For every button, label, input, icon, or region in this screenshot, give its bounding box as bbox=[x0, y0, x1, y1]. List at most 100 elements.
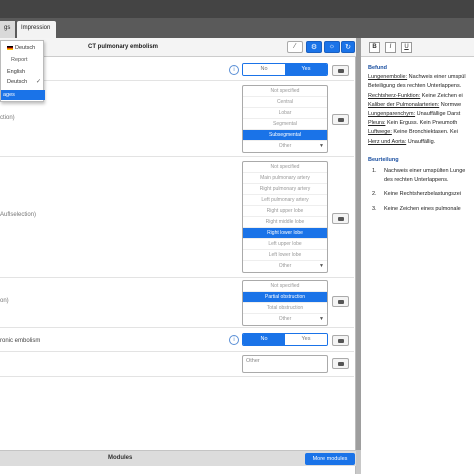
row-divider bbox=[0, 327, 354, 328]
list-item[interactable]: Other ▼ bbox=[243, 314, 327, 325]
report-line: Lungenparenchym: Unauffällige Darst bbox=[368, 110, 474, 119]
report-line-text: Keine Bronchiektasen. Kei bbox=[391, 129, 458, 136]
list-item-label: Other bbox=[278, 316, 292, 322]
list-item[interactable]: Not specified bbox=[243, 281, 327, 292]
eraser-icon bbox=[338, 217, 344, 221]
bold-button[interactable]: B bbox=[369, 42, 380, 53]
list-item[interactable]: Right upper lobe bbox=[243, 206, 327, 217]
check-icon: ✓ bbox=[35, 79, 41, 85]
list-text: Keine Rechtsherzbelastungszei bbox=[384, 191, 462, 198]
list-item-label: Other bbox=[278, 263, 292, 269]
beurteilung-heading: Beurteilung bbox=[368, 156, 399, 163]
list-item-selected[interactable]: Partial obstruction bbox=[243, 292, 327, 303]
format-toolbar: B I U bbox=[361, 38, 474, 57]
row-divider bbox=[0, 376, 354, 377]
caret-down-icon: ▼ bbox=[319, 263, 324, 269]
remove-button[interactable] bbox=[332, 213, 349, 224]
remove-button[interactable] bbox=[332, 114, 349, 125]
option-yes[interactable]: Yes bbox=[285, 64, 327, 75]
settings-button[interactable]: ⚙ bbox=[306, 41, 322, 53]
caret-down-icon: ▼ bbox=[319, 316, 324, 322]
option-no[interactable]: No bbox=[243, 64, 285, 75]
list-item[interactable]: Central bbox=[243, 97, 327, 108]
list-item[interactable]: Total obstruction bbox=[243, 303, 327, 314]
list-item[interactable]: Main pulmonary artery bbox=[243, 173, 327, 184]
list-item[interactable]: Segmental bbox=[243, 119, 327, 130]
list-text: Nachweis einer umspülten Lunge bbox=[384, 168, 466, 175]
option-yes[interactable]: Yes bbox=[285, 334, 327, 345]
report-line: Lungenembolie: Nachweis einer umspül bbox=[368, 73, 474, 82]
report-line-text: Keine Zeichen ei bbox=[420, 92, 463, 99]
eraser-icon bbox=[338, 362, 344, 366]
section-label: ction) bbox=[0, 115, 15, 121]
language-option-german[interactable]: Deutsch ✓ bbox=[1, 77, 45, 87]
section-label: Auflselection) bbox=[0, 212, 37, 218]
language-option-label: Deutsch bbox=[7, 79, 28, 85]
language-dropdown: Deutsch Report English Deutsch ✓ ages bbox=[0, 40, 45, 102]
pen-icon: ⁄ bbox=[294, 43, 296, 50]
list-item[interactable]: Lobar bbox=[243, 108, 327, 119]
befund-heading: Befund bbox=[368, 65, 387, 71]
report-text[interactable]: Befund Lungenembolie: Nachweis einer ums… bbox=[368, 64, 474, 214]
menu-header: Report bbox=[11, 57, 28, 63]
tab-impression[interactable]: Impression bbox=[17, 21, 56, 38]
list-item[interactable]: Left upper lobe bbox=[243, 239, 327, 250]
report-line-key: Rechtsherz-Funktion: bbox=[368, 92, 421, 99]
remove-button[interactable] bbox=[332, 358, 349, 369]
report-line-text: Unauffällige Darst bbox=[415, 111, 461, 118]
info-icon[interactable]: i bbox=[229, 335, 239, 345]
other-text-field[interactable]: Other bbox=[242, 355, 328, 373]
report-line-key: Lungenembolie: bbox=[368, 74, 408, 81]
report-line-key: Pleura: bbox=[368, 120, 386, 127]
report-pane: B I U Befund Lungenembolie: Nachweis ein… bbox=[361, 38, 474, 474]
refresh-button[interactable]: ↻ bbox=[341, 41, 355, 53]
list-item[interactable]: Right middle lobe bbox=[243, 217, 327, 228]
remove-button[interactable] bbox=[332, 335, 349, 346]
option-no[interactable]: No bbox=[243, 334, 285, 345]
report-line-key: Kaliber der Pulmonalarterien: bbox=[368, 101, 440, 108]
obstruction-list[interactable]: Not specified Partial obstruction Total … bbox=[242, 280, 328, 326]
chronic-embolism-toggle[interactable]: No Yes bbox=[242, 333, 328, 346]
tab-settings[interactable]: gs bbox=[0, 21, 15, 38]
eraser-icon bbox=[338, 300, 344, 304]
more-modules-button[interactable]: More modules bbox=[305, 453, 355, 465]
current-language-label: Deutsch bbox=[15, 45, 36, 51]
report-line-text: Unauffällig. bbox=[406, 138, 436, 145]
list-item[interactable]: Left lower lobe bbox=[243, 250, 327, 261]
list-item[interactable]: Not specified bbox=[243, 86, 327, 97]
list-item[interactable]: Right pulmonary artery bbox=[243, 184, 327, 195]
list-number: 3. bbox=[372, 205, 377, 212]
underline-button[interactable]: U bbox=[401, 42, 412, 53]
embolism-present-toggle[interactable]: No Yes bbox=[242, 63, 328, 76]
list-item-selected[interactable]: Right lower lobe bbox=[243, 228, 327, 239]
italic-button[interactable]: I bbox=[385, 42, 396, 53]
reset-button[interactable]: ☼ bbox=[324, 41, 340, 53]
report-line: Pleura: Kein Erguss. Kein Pneumoth bbox=[368, 119, 474, 128]
report-line-text: Kein Erguss. Kein Pneumoth bbox=[385, 120, 458, 127]
list-item[interactable]: Other ▼ bbox=[243, 141, 327, 152]
refresh-icon: ↻ bbox=[345, 44, 351, 51]
other-placeholder: Other bbox=[246, 358, 260, 364]
list-item: 2. Keine Rechtsherzbelastungszei bbox=[368, 190, 474, 199]
info-icon[interactable]: i bbox=[229, 65, 239, 75]
report-line: Kaliber der Pulmonalarterien: Normwe bbox=[368, 101, 474, 110]
top-bar bbox=[0, 0, 474, 18]
report-line-text: Beteiligung des rechten Unterlappens. bbox=[368, 83, 462, 90]
language-option-english[interactable]: English bbox=[1, 67, 45, 77]
list-item-label: Other bbox=[278, 143, 292, 149]
remove-button[interactable] bbox=[332, 65, 349, 76]
embolism-level-list[interactable]: Not specified Central Lobar Segmental Su… bbox=[242, 85, 328, 153]
remove-button[interactable] bbox=[332, 296, 349, 307]
list-item[interactable]: Left pulmonary artery bbox=[243, 195, 327, 206]
list-item-selected[interactable]: Subsegmental bbox=[243, 130, 327, 141]
pen-tool-button[interactable]: ⁄ bbox=[287, 41, 303, 53]
modules-label: Modules bbox=[108, 455, 133, 461]
current-language[interactable]: Deutsch bbox=[1, 43, 45, 53]
menu-item-languages[interactable]: ages bbox=[1, 90, 45, 100]
list-item[interactable]: Not specified bbox=[243, 162, 327, 173]
affected-vessel-list[interactable]: Not specified Main pulmonary artery Righ… bbox=[242, 161, 328, 273]
report-line-key: Herz und Aorta: bbox=[368, 138, 407, 145]
gear-icon: ⚙ bbox=[310, 44, 318, 51]
list-item[interactable]: Other ▼ bbox=[243, 261, 327, 272]
